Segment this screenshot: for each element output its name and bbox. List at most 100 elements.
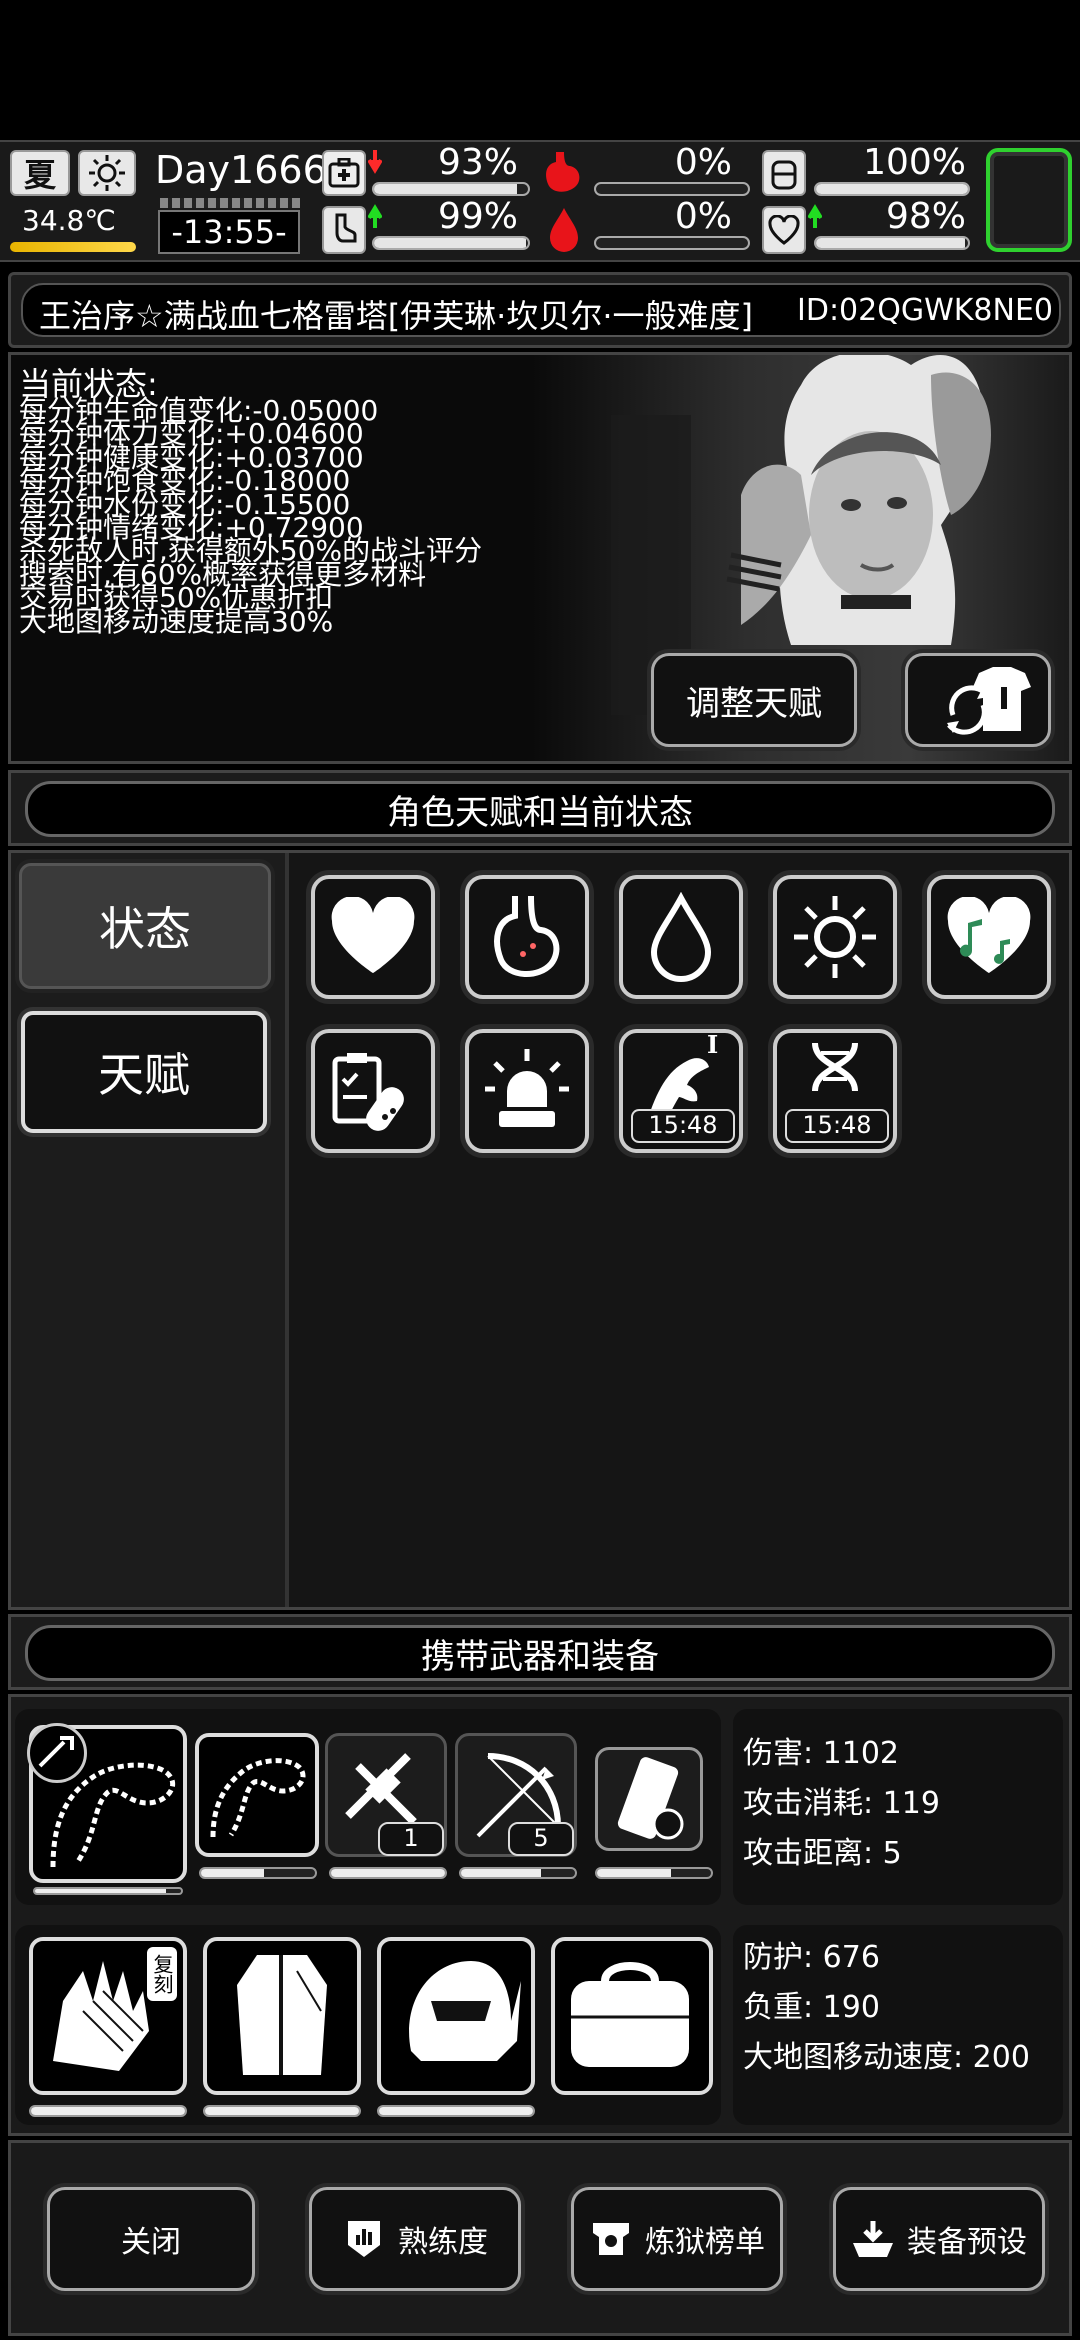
talent-panel: 状态 天赋 I 15:48 15:48 <box>8 850 1072 1610</box>
stamina-bar <box>372 236 530 250</box>
preset-icon <box>853 2221 893 2257</box>
temperature: 34.8℃ <box>22 204 116 237</box>
water-value: 100% <box>863 142 966 183</box>
weapon-slot-main[interactable] <box>27 1723 187 1883</box>
timer: 15:48 <box>785 1109 889 1143</box>
blood-bar <box>594 236 750 250</box>
equipment-header: 携带武器和装备 <box>8 1614 1072 1690</box>
ammo-count: 1 <box>378 1822 444 1856</box>
talent-header: 角色天赋和当前状态 <box>8 770 1072 846</box>
medkit-icon <box>322 150 366 196</box>
adjust-talent-button[interactable]: 调整天赋 <box>651 653 857 747</box>
weight-stat: 负重: 190 <box>743 1990 880 2025</box>
equipment-panel: 1 5 伤害: 1102 攻击消耗: 119 攻击距离: 5 复刻 防护: 67… <box>8 1694 1072 2136</box>
mood-value: 98% <box>885 196 966 237</box>
title-pill: 王治序☆满战血七格雷塔[伊芙琳·坎贝尔·一般难度] ID:02QGWK8NE0 <box>21 283 1061 337</box>
weapon-slot-3[interactable]: 1 <box>325 1733 447 1857</box>
reprint-badge: 复刻 <box>147 1947 177 2001</box>
timer: 15:48 <box>631 1109 735 1143</box>
bag-icon <box>571 1962 689 2067</box>
alarm-light-icon[interactable] <box>465 1029 589 1153</box>
durability-bar <box>33 1887 183 1895</box>
mood-bar <box>814 236 970 250</box>
armor-slot-helmet[interactable] <box>377 1937 535 2095</box>
tab-status[interactable]: 状态 <box>19 863 271 989</box>
outfit-swap-button[interactable] <box>905 653 1051 747</box>
close-label: 关闭 <box>121 2225 181 2260</box>
status-bar: 夏 34.8℃ Day1666 -13:55- 93% 99% 0% 0% 10… <box>0 140 1080 262</box>
flashlight-shield-icon <box>617 1757 684 1840</box>
trend-up-icon <box>368 204 382 228</box>
character-name: 王治序☆满战血七格雷塔[伊芙琳·坎贝尔·一般难度] <box>39 297 754 335</box>
ammo-count: 5 <box>508 1822 574 1856</box>
durability-bar <box>203 2105 361 2117</box>
purgatory-ranking-button[interactable]: 炼狱榜单 <box>571 2187 783 2291</box>
armor-slot-cloak[interactable] <box>203 1937 361 2095</box>
character-portrait <box>726 355 991 645</box>
health-bar <box>372 182 530 196</box>
proficiency-button[interactable]: 熟练度 <box>309 2187 521 2291</box>
quick-slot-button[interactable] <box>986 148 1072 252</box>
outfit-swap-icon <box>947 667 1031 735</box>
status-line: 大地图移动速度提高30% <box>19 604 334 638</box>
rank-badge: I <box>707 1031 718 1059</box>
arm-tattoo-icon[interactable]: I 15:48 <box>619 1029 743 1153</box>
dna-icon[interactable]: 15:48 <box>773 1029 897 1153</box>
close-button[interactable]: 关闭 <box>47 2187 255 2291</box>
damage-stat: 伤害: 1102 <box>743 1736 899 1771</box>
equipment-preset-button[interactable]: 装备预设 <box>833 2187 1045 2291</box>
ranking-icon <box>593 2223 629 2255</box>
armor-slot-gloves[interactable]: 复刻 <box>29 1937 187 2095</box>
proficiency-icon <box>348 2221 380 2257</box>
weapon-slot-5[interactable] <box>595 1747 703 1851</box>
weather-sun-icon <box>78 150 136 196</box>
weapon-slot-4[interactable]: 5 <box>455 1733 577 1857</box>
day-progress <box>160 198 300 208</box>
season-badge: 夏 <box>10 150 70 196</box>
equipment-section-title: 携带武器和装备 <box>25 1625 1055 1681</box>
music-heart-icon[interactable] <box>927 875 1051 999</box>
title-bar: 王治序☆满战血七格雷塔[伊芙琳·坎贝尔·一般难度] ID:02QGWK8NE0 <box>8 272 1072 348</box>
health-value: 93% <box>437 142 518 183</box>
cloak-icon <box>237 1955 327 2075</box>
armor-stats: 防护: 676 负重: 190 大地图移动速度: 200 <box>733 1925 1063 2125</box>
heart-icon <box>762 206 806 254</box>
day-counter: Day1666 <box>155 148 327 192</box>
stomach-icon[interactable] <box>465 875 589 999</box>
water-drop-icon[interactable] <box>619 875 743 999</box>
temperature-bar <box>10 242 136 252</box>
durability-bar <box>595 1867 713 1879</box>
water-bar <box>814 182 970 196</box>
status-panel: 当前状态: 每分钟生命值变化:-0.05000 每分钟体力变化:+0.04600… <box>8 352 1072 764</box>
map-speed-stat: 大地图移动速度: 200 <box>743 2040 1030 2075</box>
tab-talent[interactable]: 天赋 <box>21 1011 267 1133</box>
talent-section-title: 角色天赋和当前状态 <box>25 781 1055 837</box>
durability-bar <box>329 1867 447 1879</box>
character-id: ID:02QGWK8NE0 <box>797 293 1053 328</box>
durability-bar <box>199 1867 317 1879</box>
weapon-slot-2[interactable] <box>195 1733 319 1857</box>
sun-icon[interactable] <box>773 875 897 999</box>
stamina-value: 99% <box>437 196 518 237</box>
durability-bar <box>377 2105 535 2117</box>
bottom-bar: 关闭 熟练度 炼狱榜单 装备预设 <box>8 2140 1072 2336</box>
status-lines: 每分钟生命值变化:-0.05000 每分钟体力变化:+0.04600 每分钟健康… <box>19 396 482 638</box>
weapon-stats: 伤害: 1102 攻击消耗: 119 攻击距离: 5 <box>733 1709 1063 1905</box>
heart-icon[interactable] <box>311 875 435 999</box>
durability-bar <box>459 1867 577 1879</box>
attack-cost-stat: 攻击消耗: 119 <box>743 1786 940 1821</box>
helmet-icon <box>409 1961 521 2061</box>
defense-stat: 防护: 676 <box>743 1940 880 1975</box>
top-blank <box>0 0 1080 140</box>
ranking-label: 炼狱榜单 <box>645 2225 765 2260</box>
armor-slot-bag[interactable] <box>551 1937 713 2095</box>
trend-up-icon <box>808 204 822 228</box>
season-label: 夏 <box>23 156 56 194</box>
blood-value: 0% <box>674 196 732 237</box>
thorn-whip-icon <box>50 1762 176 1868</box>
medicine-icon[interactable] <box>311 1029 435 1153</box>
foot-icon <box>322 206 366 254</box>
hunger-bar <box>594 182 750 196</box>
hunger-value: 0% <box>674 142 732 183</box>
proficiency-label: 熟练度 <box>398 2225 488 2260</box>
